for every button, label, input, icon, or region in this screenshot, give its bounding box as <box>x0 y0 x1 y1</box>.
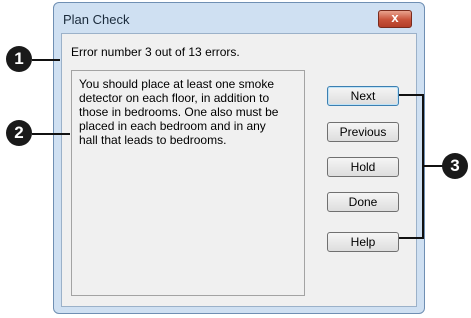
next-button[interactable]: Next <box>327 86 399 106</box>
close-button[interactable]: x <box>378 10 412 28</box>
message-text: You should place at least one smoke dete… <box>79 77 279 147</box>
callout-2-leader <box>32 133 70 135</box>
callout-3-bracket-bottom <box>399 237 424 239</box>
error-status-text: Error number 3 out of 13 errors. <box>71 45 240 59</box>
dialog-body: Error number 3 out of 13 errors. You sho… <box>61 33 417 307</box>
callout-1-badge: 1 <box>6 46 32 72</box>
done-button[interactable]: Done <box>327 192 399 212</box>
close-icon: x <box>391 10 399 25</box>
callout-3-leader <box>424 165 444 167</box>
callout-2-badge: 2 <box>6 120 32 146</box>
callout-1-leader <box>32 59 60 61</box>
help-button[interactable]: Help <box>327 232 399 252</box>
previous-button[interactable]: Previous <box>327 122 399 142</box>
plan-check-dialog: Plan Check x Error number 3 out of 13 er… <box>53 2 425 314</box>
dialog-title: Plan Check <box>63 12 130 27</box>
callout-3-badge: 3 <box>442 153 468 179</box>
callout-3-bracket-top <box>399 94 424 96</box>
message-box: You should place at least one smoke dete… <box>71 70 305 296</box>
title-bar: Plan Check x <box>54 3 424 33</box>
hold-button[interactable]: Hold <box>327 157 399 177</box>
